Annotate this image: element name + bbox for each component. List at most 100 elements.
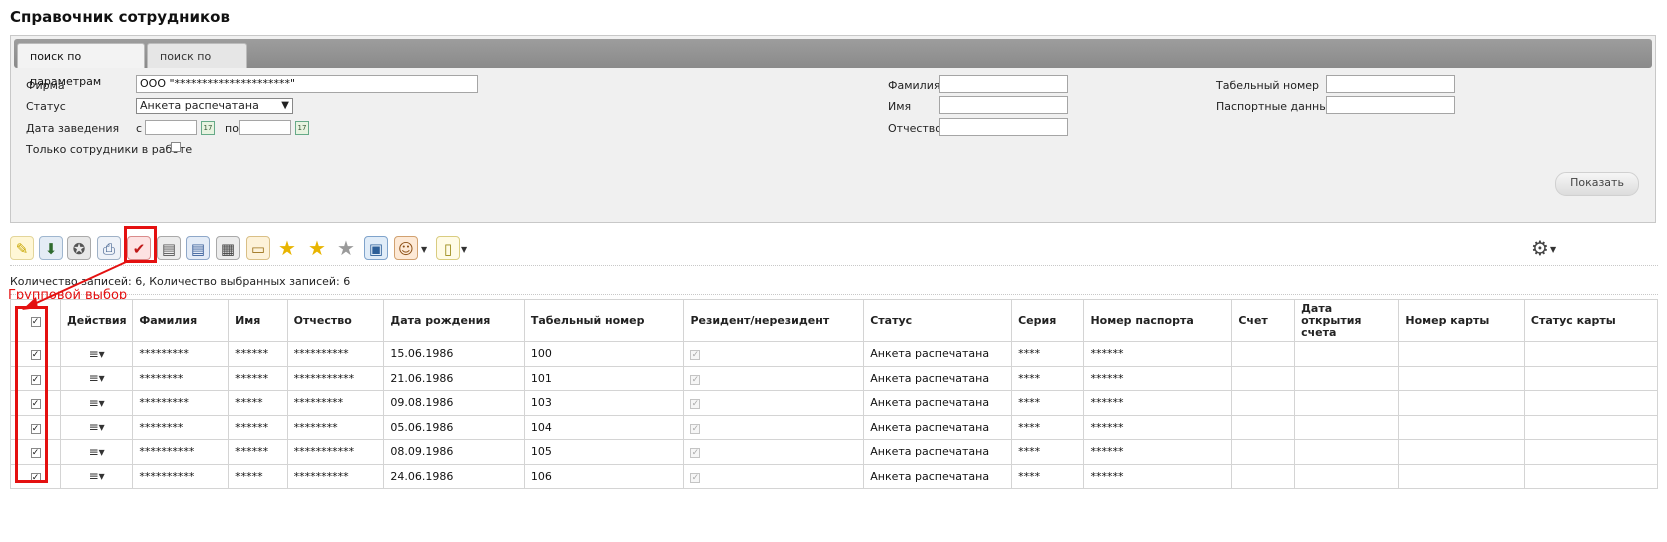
- print-icon[interactable]: ⎙: [97, 236, 121, 260]
- settings-gear-icon[interactable]: ⚙: [1528, 236, 1552, 260]
- first-name-input[interactable]: [939, 96, 1068, 114]
- settings-dropdown-arrow-icon[interactable]: ▼: [1550, 245, 1556, 254]
- birth-date-cell: 15.06.1986: [383, 341, 525, 367]
- table-row[interactable]: ✓ ≡▾ ********** ***** ********** 24.06.1986…: [10, 463, 1659, 489]
- first-name-value: *****: [235, 469, 263, 483]
- status-select[interactable]: Анкета распечатана ▼: [136, 98, 293, 114]
- table-row[interactable]: ✓ ≡▾ ********** ****** *********** 08.09.1…: [10, 439, 1659, 465]
- actions-menu-icon[interactable]: ≡▾: [89, 420, 105, 434]
- dropdown-arrow-icon: ▼: [281, 100, 289, 111]
- first-name-cell: *****: [228, 390, 288, 416]
- last-name-value: *********: [139, 347, 189, 361]
- last-name-cell: *********: [132, 390, 230, 416]
- status-cell: Анкета распечатана: [863, 390, 1013, 416]
- birth-date-value: 15.06.1986: [390, 347, 454, 361]
- column-header[interactable]: Номер карты: [1398, 299, 1525, 342]
- passport-value: ******: [1090, 371, 1124, 385]
- column-header[interactable]: Дата открытия счета: [1294, 299, 1400, 342]
- show-button[interactable]: Показать: [1555, 172, 1639, 196]
- tab-search-by-list[interactable]: поиск по списку: [147, 43, 247, 88]
- patronymic-value: ********: [293, 420, 338, 434]
- table-row[interactable]: ✓ ≡▾ ******** ****** ******** 05.06.1986 10…: [10, 414, 1659, 440]
- last-name-cell: ********: [132, 414, 230, 440]
- download-icon[interactable]: ⬇: [39, 236, 63, 260]
- status-cell: Анкета распечатана: [863, 341, 1013, 367]
- series-cell: ****: [1011, 365, 1085, 391]
- account-cell: [1231, 414, 1296, 440]
- passport-input[interactable]: [1326, 96, 1455, 114]
- users-dropdown-arrow-icon[interactable]: ▼: [421, 245, 427, 254]
- tab-number-value: 106: [530, 469, 552, 483]
- tab-number-cell: 100: [523, 341, 685, 367]
- resident-checkbox: ✓: [690, 448, 701, 459]
- column-header[interactable]: Дата рождения: [383, 299, 525, 342]
- tab-number-input[interactable]: [1326, 75, 1455, 93]
- column-header[interactable]: Табельный номер: [523, 299, 685, 342]
- actions-menu-icon[interactable]: ≡▾: [89, 445, 105, 459]
- actions-cell: ≡▾: [59, 390, 134, 416]
- star-icon[interactable]: ★: [275, 236, 299, 260]
- table-row[interactable]: ✓ ≡▾ ********* ****** ********** 15.06.1986 1…: [10, 341, 1659, 367]
- card-status-cell: [1523, 341, 1659, 367]
- award-gray-icon[interactable]: ✪: [67, 236, 91, 260]
- actions-menu-icon[interactable]: ≡▾: [89, 469, 105, 483]
- calendar-icon[interactable]: 17: [201, 121, 215, 135]
- last-name-input[interactable]: [939, 75, 1068, 93]
- account-date-cell: [1294, 463, 1400, 489]
- star-add-icon[interactable]: ★: [305, 236, 329, 260]
- tab-number-value: 100: [530, 347, 552, 361]
- actions-menu-icon[interactable]: ≡▾: [89, 396, 105, 410]
- patronymic-value: ***********: [293, 371, 355, 385]
- account-date-cell: [1294, 439, 1400, 465]
- document-icon[interactable]: ▯: [436, 236, 460, 260]
- column-header[interactable]: Резидент/нерезидент: [683, 299, 865, 342]
- new-document-icon[interactable]: ✎: [10, 236, 34, 260]
- series-value: ****: [1018, 396, 1041, 410]
- resident-checkbox: ✓: [690, 472, 701, 483]
- calculator-icon[interactable]: ▦: [216, 236, 240, 260]
- firm-label: Фирма: [26, 79, 65, 92]
- firm-input[interactable]: ООО "*********************": [136, 75, 478, 93]
- account-date-cell: [1294, 390, 1400, 416]
- toolbar-separator: [10, 265, 1658, 266]
- column-header[interactable]: Счет: [1231, 299, 1296, 342]
- card-number-cell: [1398, 365, 1525, 391]
- column-header[interactable]: Отчество: [286, 299, 385, 342]
- column-header[interactable]: Серия: [1011, 299, 1085, 342]
- id-card-icon[interactable]: ▤: [157, 236, 181, 260]
- birth-date-value: 08.09.1986: [390, 445, 454, 459]
- column-header[interactable]: Статус карты: [1523, 299, 1659, 342]
- card-icon[interactable]: ▭: [246, 236, 270, 260]
- date-to-input[interactable]: [239, 120, 291, 135]
- window-icon[interactable]: ▣: [364, 236, 388, 260]
- column-header[interactable]: Имя: [228, 299, 288, 342]
- star-remove-icon[interactable]: ★: [334, 236, 358, 260]
- resident-cell: ✓: [683, 341, 865, 367]
- status-value: Анкета распечатана: [870, 396, 990, 410]
- only-working-checkbox[interactable]: [171, 142, 181, 152]
- table-row[interactable]: ✓ ≡▾ ********* ***** ********* 09.08.1986 10…: [10, 390, 1659, 416]
- resident-checkbox: ✓: [690, 423, 701, 434]
- tab-search-by-params[interactable]: поиск по параметрам: [17, 43, 145, 88]
- status-cell: Анкета распечатана: [863, 439, 1013, 465]
- column-header[interactable]: Статус: [863, 299, 1013, 342]
- date-from-input[interactable]: [145, 120, 197, 135]
- actions-menu-icon[interactable]: ≡▾: [89, 347, 105, 361]
- calendar-icon[interactable]: 17: [295, 121, 309, 135]
- users-icon[interactable]: ☺: [394, 236, 418, 260]
- passport-value: ******: [1090, 396, 1124, 410]
- actions-cell: ≡▾: [59, 414, 134, 440]
- column-header[interactable]: Действия: [59, 299, 134, 342]
- document-dropdown-arrow-icon[interactable]: ▼: [461, 245, 467, 254]
- actions-menu-icon[interactable]: ≡▾: [89, 371, 105, 385]
- birth-date-value: 05.06.1986: [390, 420, 454, 434]
- resident-checkbox: ✓: [690, 350, 701, 361]
- column-header[interactable]: Фамилия: [132, 299, 230, 342]
- id-card-blue-icon[interactable]: ▤: [186, 236, 210, 260]
- patronymic-input[interactable]: [939, 118, 1068, 136]
- card-status-cell: [1523, 439, 1659, 465]
- table-row[interactable]: ✓ ≡▾ ******** ****** *********** 21.06.198…: [10, 365, 1659, 391]
- column-header[interactable]: Номер паспорта: [1083, 299, 1233, 342]
- status-cell: Анкета распечатана: [863, 365, 1013, 391]
- birth-date-cell: 08.09.1986: [383, 439, 525, 465]
